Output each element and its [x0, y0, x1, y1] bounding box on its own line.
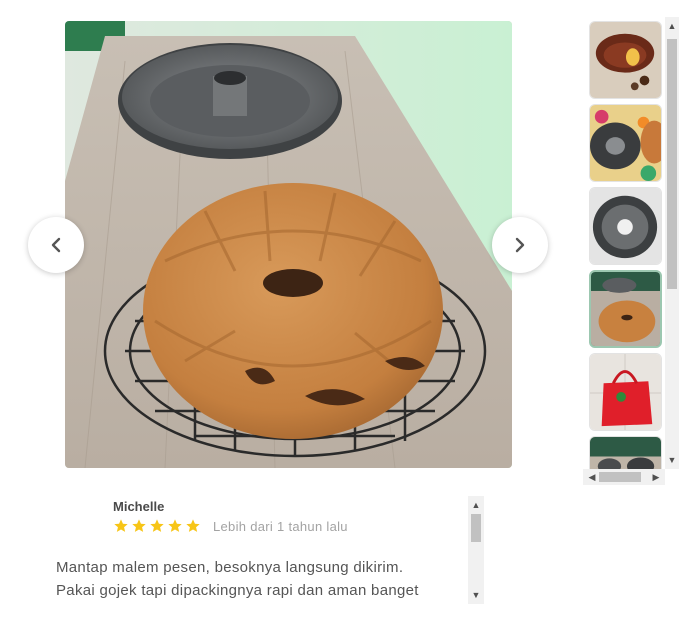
thumbnail-3[interactable]: [589, 187, 662, 265]
review-scrollbar[interactable]: ▲ ▼: [468, 496, 484, 604]
star-icon: [150, 519, 164, 532]
star-icon: [168, 519, 182, 532]
chevron-right-icon: [515, 237, 525, 253]
star-icon: [132, 519, 146, 532]
next-image-button[interactable]: [492, 217, 548, 273]
thumbnail-vertical-scrollbar[interactable]: ▲ ▼: [665, 17, 679, 469]
star-rating: [113, 518, 201, 534]
scrollbar-thumb[interactable]: [667, 39, 677, 289]
star-icon: [114, 519, 128, 532]
reviewer-name: Michelle: [113, 499, 165, 514]
review-card: Michelle Lebih dari 1 tahun lalu Mantap …: [56, 495, 486, 605]
thumbnail-1[interactable]: [589, 21, 662, 99]
scroll-up-arrow-icon[interactable]: ▲: [469, 498, 483, 512]
thumbnail-4[interactable]: [589, 270, 662, 348]
review-date: Lebih dari 1 tahun lalu: [213, 518, 348, 534]
main-product-image[interactable]: [65, 21, 512, 468]
scroll-right-arrow-icon[interactable]: ▶: [649, 470, 663, 484]
thumbnail-5[interactable]: [589, 353, 662, 431]
previous-image-button[interactable]: [28, 217, 84, 273]
chevron-left-icon: [51, 237, 61, 253]
scroll-down-arrow-icon[interactable]: ▼: [665, 453, 679, 467]
scrollbar-thumb[interactable]: [599, 472, 641, 482]
thumbnail-2[interactable]: [589, 104, 662, 182]
scroll-down-arrow-icon[interactable]: ▼: [469, 588, 483, 602]
scroll-left-arrow-icon[interactable]: ◀: [585, 470, 599, 484]
thumbnail-strip[interactable]: ▲ ▼ ◀ ▶: [583, 17, 679, 485]
scroll-up-arrow-icon[interactable]: ▲: [665, 19, 679, 33]
review-text-line: Pakai gojek tapi dipackingnya rapi dan a…: [56, 582, 419, 599]
scrollbar-thumb[interactable]: [471, 514, 481, 542]
rating-row: Lebih dari 1 tahun lalu: [113, 518, 348, 534]
thumbnail-list: [589, 21, 662, 485]
star-icon: [186, 519, 200, 532]
review-text-line: Mantap malem pesen, besoknya langsung di…: [56, 559, 404, 576]
thumbnail-horizontal-scrollbar[interactable]: ◀ ▶: [583, 469, 665, 485]
review-text: Mantap malem pesen, besoknya langsung di…: [56, 556, 461, 602]
